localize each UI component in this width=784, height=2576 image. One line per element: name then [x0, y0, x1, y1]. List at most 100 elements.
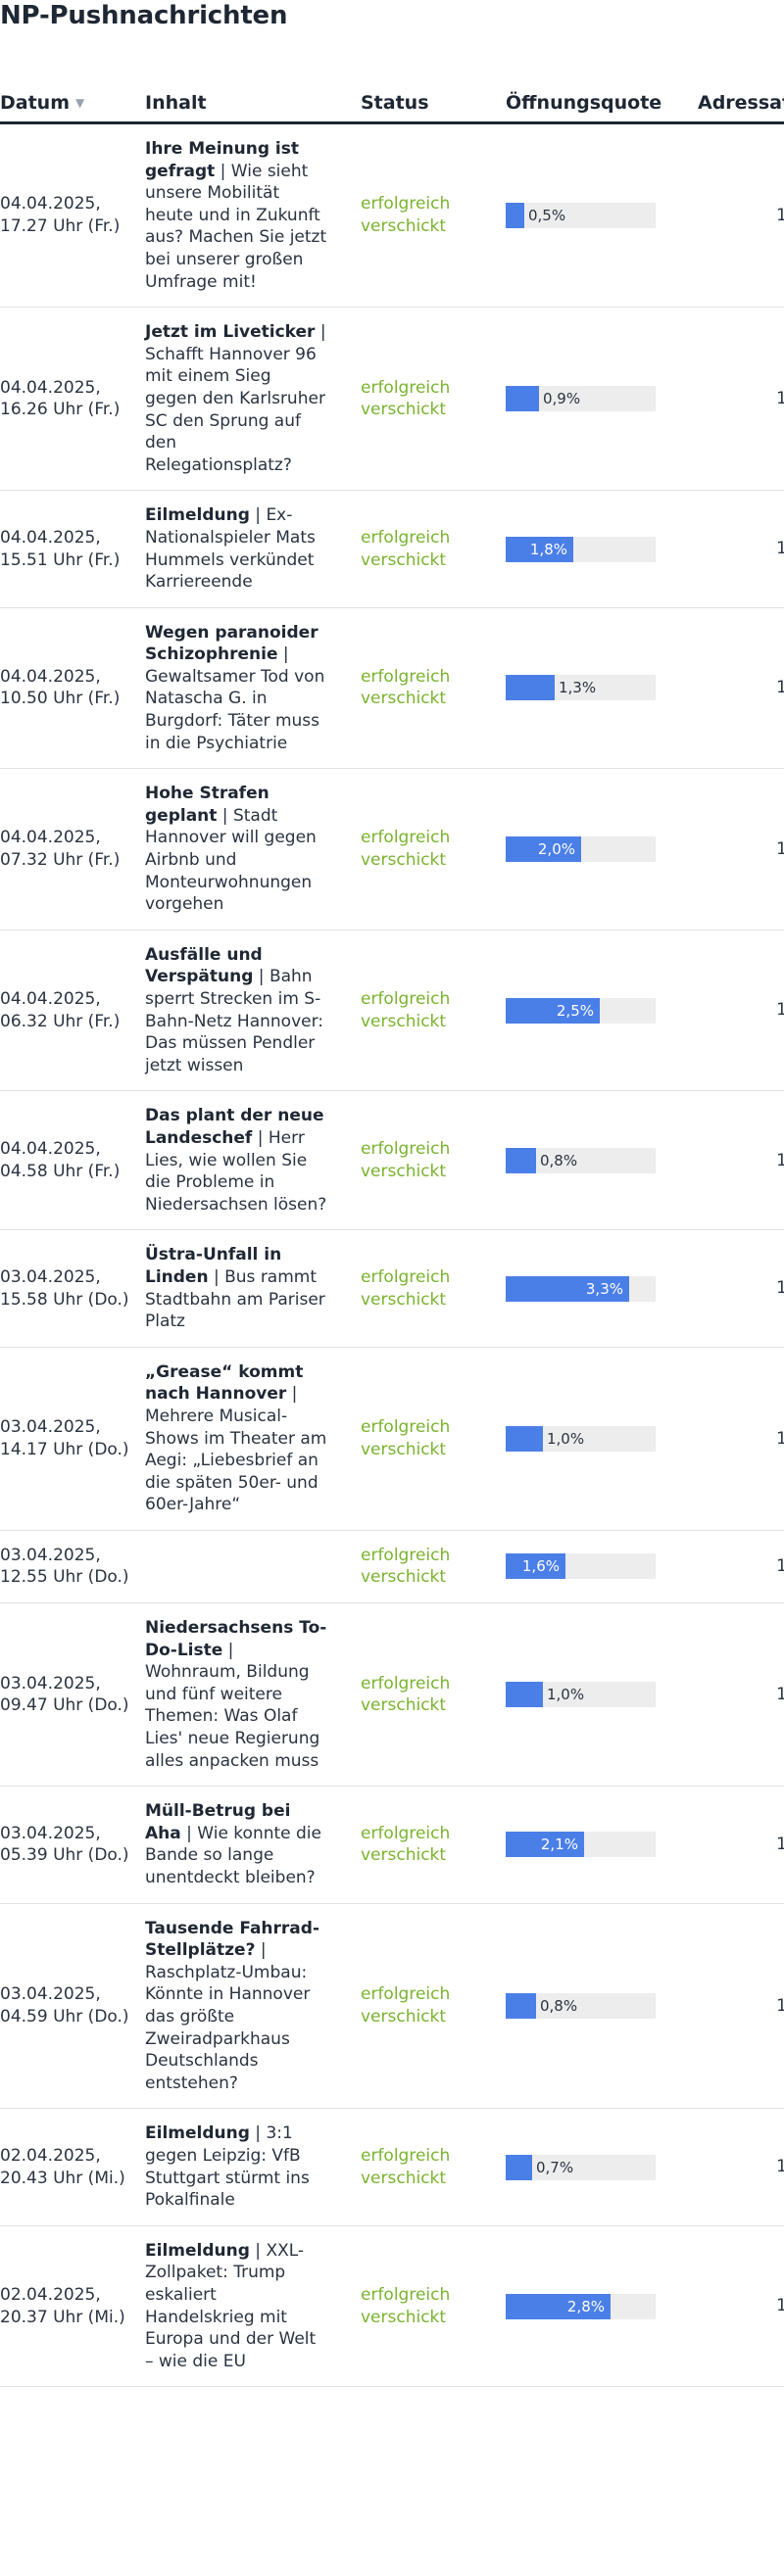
- table-row[interactable]: 03.04.2025, 04.59 Uhr (Do.) Tausende Fahr…: [0, 1903, 784, 2110]
- table-row[interactable]: 03.04.2025, 15.58 Uhr (Do.) Üstra-Unfall …: [0, 1229, 784, 1348]
- row-open-rate: 0,9%: [506, 307, 698, 492]
- row-recipients: 12.1: [698, 1530, 784, 1604]
- row-date: 02.04.2025, 20.43 Uhr (Mi.): [0, 2108, 145, 2226]
- row-open-rate: 1,6%: [506, 1530, 698, 1604]
- table-row[interactable]: 04.04.2025, 07.32 Uhr (Fr.) Hohe Strafen …: [0, 768, 784, 930]
- row-status: erfolgreich verschickt: [361, 122, 506, 309]
- column-header-open-rate[interactable]: Öffnungsquote: [506, 90, 698, 124]
- sort-down-icon[interactable]: ▼: [75, 96, 84, 110]
- column-header-date[interactable]: Datum ▼: [0, 90, 145, 124]
- row-date: 04.04.2025, 04.58 Uhr (Fr.): [0, 1090, 145, 1231]
- row-headline: Ausfälle und Verspätung: [145, 944, 263, 987]
- row-content: Üstra-Unfall in Linden | Bus rammt Stadt…: [145, 1229, 361, 1348]
- open-rate-bar-fill: [506, 203, 524, 229]
- row-status: erfolgreich verschickt: [361, 490, 506, 608]
- headline-separator: |: [277, 644, 289, 665]
- table-row[interactable]: 03.04.2025, 09.47 Uhr (Do.) Niedersachsen…: [0, 1602, 784, 1788]
- row-recipients: 12.1: [698, 1229, 784, 1348]
- row-open-rate: 2,0%: [506, 768, 698, 930]
- open-rate-label: 2,0%: [537, 840, 575, 859]
- row-status: erfolgreich verschickt: [361, 2225, 506, 2388]
- open-rate-bar: 1,3%: [506, 675, 656, 701]
- row-recipients: 12.1: [698, 930, 784, 1092]
- table-row[interactable]: 04.04.2025, 04.58 Uhr (Fr.) Das plant der…: [0, 1090, 784, 1231]
- table-row[interactable]: 02.04.2025, 20.37 Uhr (Mi.) Eilmeldung | …: [0, 2225, 784, 2388]
- row-content: Das plant der neue Landeschef | Herr Lie…: [145, 1090, 361, 1231]
- row-open-rate: 1,8%: [506, 490, 698, 608]
- open-rate-bar-fill: [506, 1425, 543, 1452]
- table-row[interactable]: 03.04.2025, 14.17 Uhr (Do.) „Grease“ komm…: [0, 1347, 784, 1531]
- open-rate-label: 1,0%: [547, 1686, 585, 1704]
- open-rate-bar-fill: [506, 1147, 536, 1173]
- open-rate-label: 2,5%: [556, 1001, 594, 1020]
- table-row[interactable]: 04.04.2025, 06.32 Uhr (Fr.) Ausfälle und …: [0, 930, 784, 1092]
- open-rate-bar-fill: [506, 675, 555, 701]
- row-content: Eilmeldung | XXL-Zollpaket: Trump eskali…: [145, 2225, 361, 2388]
- headline-separator: |: [252, 1127, 269, 1148]
- open-rate-bar: 2,5%: [506, 997, 656, 1024]
- column-header-status[interactable]: Status: [361, 90, 506, 124]
- row-status: erfolgreich verschickt: [361, 1903, 506, 2110]
- row-open-rate: 1,0%: [506, 1602, 698, 1788]
- row-open-rate: 2,8%: [506, 2225, 698, 2388]
- row-status: erfolgreich verschickt: [361, 1786, 506, 1904]
- open-rate-label: 1,3%: [559, 679, 597, 697]
- column-header-recipients[interactable]: Adressat: [698, 90, 784, 124]
- open-rate-label: 0,8%: [540, 1996, 578, 2015]
- row-content: Müll-Betrug bei Aha | Wie konnte die Ban…: [145, 1786, 361, 1904]
- row-status: erfolgreich verschickt: [361, 1229, 506, 1348]
- row-headline: Eilmeldung: [145, 505, 250, 526]
- table-row[interactable]: 02.04.2025, 20.43 Uhr (Mi.) Eilmeldung | …: [0, 2108, 784, 2226]
- row-headline: Eilmeldung: [145, 2240, 250, 2261]
- column-header-content[interactable]: Inhalt: [145, 90, 361, 124]
- open-rate-bar: 1,6%: [506, 1553, 656, 1580]
- table-row[interactable]: 03.04.2025, 12.55 Uhr (Do.) erfolgreich v…: [0, 1530, 784, 1604]
- headline-separator: |: [180, 1823, 198, 1843]
- row-headline: Eilmeldung: [145, 2123, 250, 2144]
- row-open-rate: 1,3%: [506, 607, 698, 770]
- row-headline: Wegen paranoider Schizophrenie: [145, 622, 318, 665]
- row-open-rate: 1,0%: [506, 1347, 698, 1531]
- row-date: 03.04.2025, 15.58 Uhr (Do.): [0, 1229, 145, 1348]
- table-row[interactable]: 04.04.2025, 17.27 Uhr (Fr.) Ihre Meinung …: [0, 122, 784, 309]
- row-date: 04.04.2025, 16.26 Uhr (Fr.): [0, 307, 145, 492]
- row-recipients: 12.1: [698, 1602, 784, 1788]
- table-row[interactable]: 04.04.2025, 15.51 Uhr (Fr.) Eilmeldung | …: [0, 490, 784, 608]
- row-content: Hohe Strafen geplant | Stadt Hannover wi…: [145, 768, 361, 930]
- open-rate-bar: 2,8%: [506, 2293, 656, 2319]
- headline-separator: |: [217, 805, 233, 826]
- open-rate-label: 0,5%: [528, 207, 566, 225]
- row-content: Wegen paranoider Schizophrenie | Gewalts…: [145, 607, 361, 770]
- open-rate-bar: 2,0%: [506, 836, 656, 863]
- open-rate-label: 2,1%: [540, 1836, 578, 1854]
- headline-separator: |: [255, 1940, 267, 1961]
- row-content: Eilmeldung | 3:1 gegen Leipzig: VfB Stut…: [145, 2108, 361, 2226]
- headline-separator: |: [249, 2123, 267, 2144]
- row-recipients: 12.1: [698, 1786, 784, 1904]
- open-rate-bar: 0,8%: [506, 1992, 656, 2019]
- table-row[interactable]: 04.04.2025, 10.50 Uhr (Fr.) Wegen paranoi…: [0, 607, 784, 770]
- row-content: Ihre Meinung ist gefragt | Wie sieht uns…: [145, 122, 361, 309]
- row-recipients: 12.2: [698, 2108, 784, 2226]
- row-date: 04.04.2025, 15.51 Uhr (Fr.): [0, 490, 145, 608]
- row-open-rate: 2,5%: [506, 930, 698, 1092]
- row-content: „Grease“ kommt nach Hannover | Mehrere M…: [145, 1347, 361, 1531]
- open-rate-label: 1,8%: [529, 540, 567, 558]
- row-text: Mehrere Musical-Shows im Theater am Aegi…: [145, 1406, 327, 1515]
- open-rate-label: 1,0%: [547, 1429, 585, 1448]
- table-row[interactable]: 03.04.2025, 05.39 Uhr (Do.) Müll-Betrug b…: [0, 1786, 784, 1904]
- row-text: Raschplatz-Umbau: Könnte in Hannover das…: [145, 1962, 311, 2093]
- table-header-row: Datum ▼ Inhalt Status Öffnungsquote Adres…: [0, 90, 784, 124]
- open-rate-bar-fill: [506, 1992, 536, 2019]
- open-rate-label: 0,7%: [536, 2158, 574, 2176]
- row-recipients: 12.1: [698, 1347, 784, 1531]
- row-content: Tausende Fahrrad-Stellplätze? | Raschpla…: [145, 1903, 361, 2110]
- headline-separator: |: [286, 1384, 298, 1405]
- row-date: 04.04.2025, 10.50 Uhr (Fr.): [0, 607, 145, 770]
- row-headline: Niedersachsens To-Do-Liste: [145, 1618, 327, 1660]
- headline-separator: |: [215, 161, 231, 181]
- row-open-rate: 3,3%: [506, 1229, 698, 1348]
- row-status: erfolgreich verschickt: [361, 1347, 506, 1531]
- row-date: 04.04.2025, 17.27 Uhr (Fr.): [0, 122, 145, 309]
- table-row[interactable]: 04.04.2025, 16.26 Uhr (Fr.) Jetzt im Live…: [0, 307, 784, 492]
